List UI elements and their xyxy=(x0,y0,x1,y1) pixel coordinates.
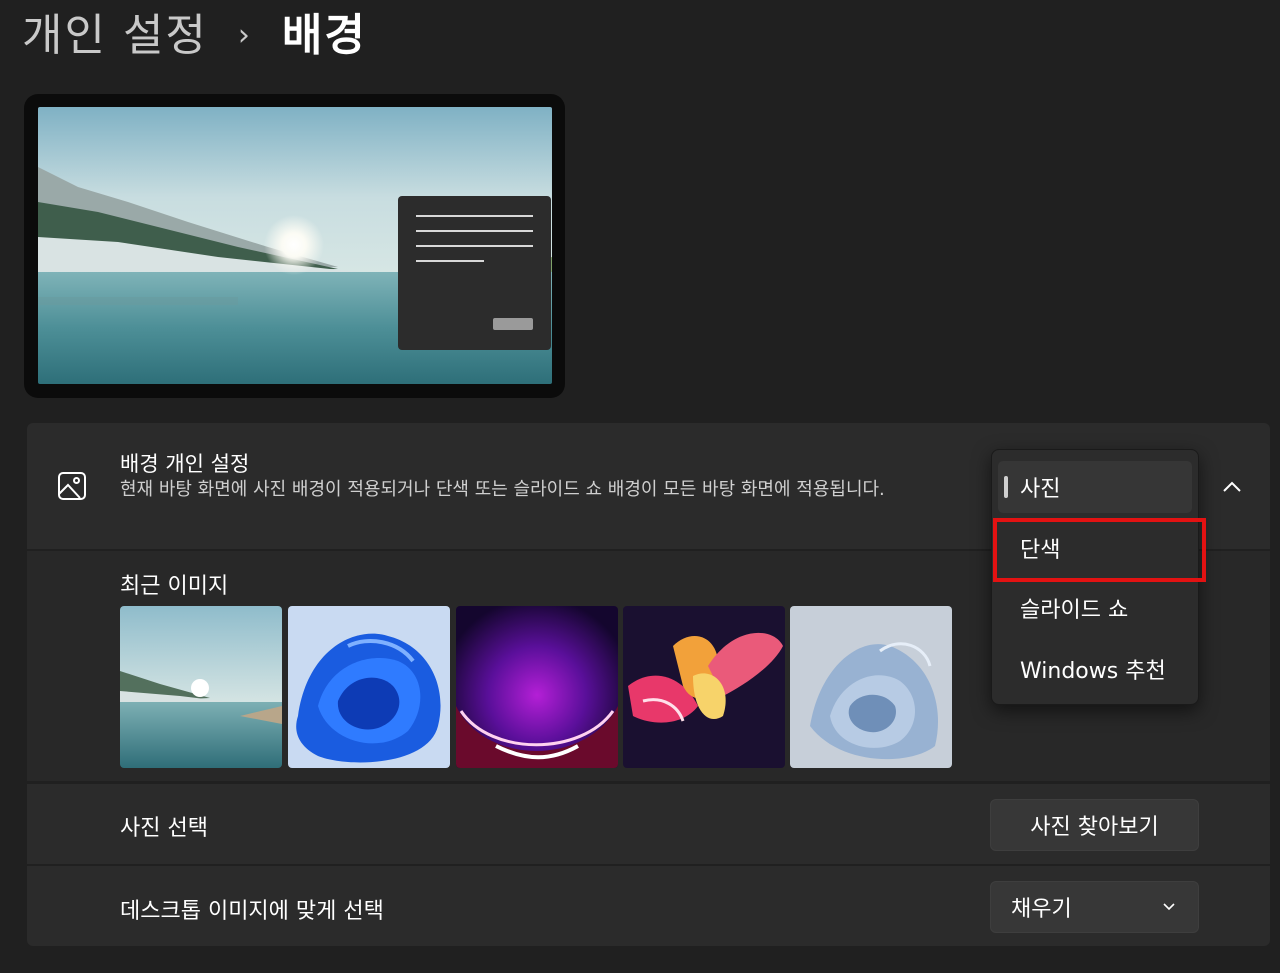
fit-select[interactable]: 채우기 xyxy=(990,881,1199,933)
preview-window xyxy=(398,196,551,350)
preview-wallpaper xyxy=(38,107,552,384)
recent-image-3[interactable] xyxy=(456,606,618,768)
chevron-up-icon[interactable] xyxy=(1220,476,1244,496)
dropdown-option-label: 사진 xyxy=(1020,477,1061,502)
recent-image-2[interactable] xyxy=(288,606,450,768)
choose-photo-label: 사진 선택 xyxy=(120,816,208,841)
background-settings-description: 현재 바탕 화면에 사진 배경이 적용되거나 단색 또는 슬라이드 쇼 배경이 … xyxy=(120,479,885,500)
background-settings-title: 배경 개인 설정 xyxy=(120,452,250,476)
breadcrumb: 개인 설정 › 배경 xyxy=(22,6,367,66)
fit-selected-value: 채우기 xyxy=(1011,897,1072,922)
dropdown-option-label: 슬라이드 쇼 xyxy=(1020,598,1129,623)
dropdown-option-windows-spotlight[interactable]: Windows 추천 xyxy=(998,643,1192,695)
image-icon xyxy=(58,472,86,500)
highlight-box xyxy=(993,518,1206,582)
selected-indicator xyxy=(1004,476,1008,498)
preview-button xyxy=(493,318,533,330)
recent-image-5[interactable] xyxy=(790,606,952,768)
fit-label: 데스크톱 이미지에 맞게 선택 xyxy=(120,899,384,924)
preview-text-line xyxy=(416,245,533,247)
page-title: 배경 xyxy=(281,10,367,61)
recent-images-title: 최근 이미지 xyxy=(120,574,229,599)
preview-text-line xyxy=(416,215,533,217)
preview-text-line xyxy=(416,230,533,232)
recent-image-1[interactable] xyxy=(120,606,282,768)
dropdown-option-slideshow[interactable]: 슬라이드 쇼 xyxy=(998,582,1192,634)
browse-photos-button[interactable]: 사진 찾아보기 xyxy=(990,799,1199,851)
desktop-preview xyxy=(24,94,565,398)
dropdown-option-photo[interactable]: 사진 xyxy=(998,461,1192,513)
dropdown-option-label: Windows 추천 xyxy=(1020,659,1166,684)
preview-text-line xyxy=(416,260,484,262)
breadcrumb-separator-icon: › xyxy=(237,18,252,53)
breadcrumb-parent[interactable]: 개인 설정 xyxy=(22,6,208,66)
recent-image-4[interactable] xyxy=(623,606,785,768)
chevron-down-icon xyxy=(1163,903,1175,911)
